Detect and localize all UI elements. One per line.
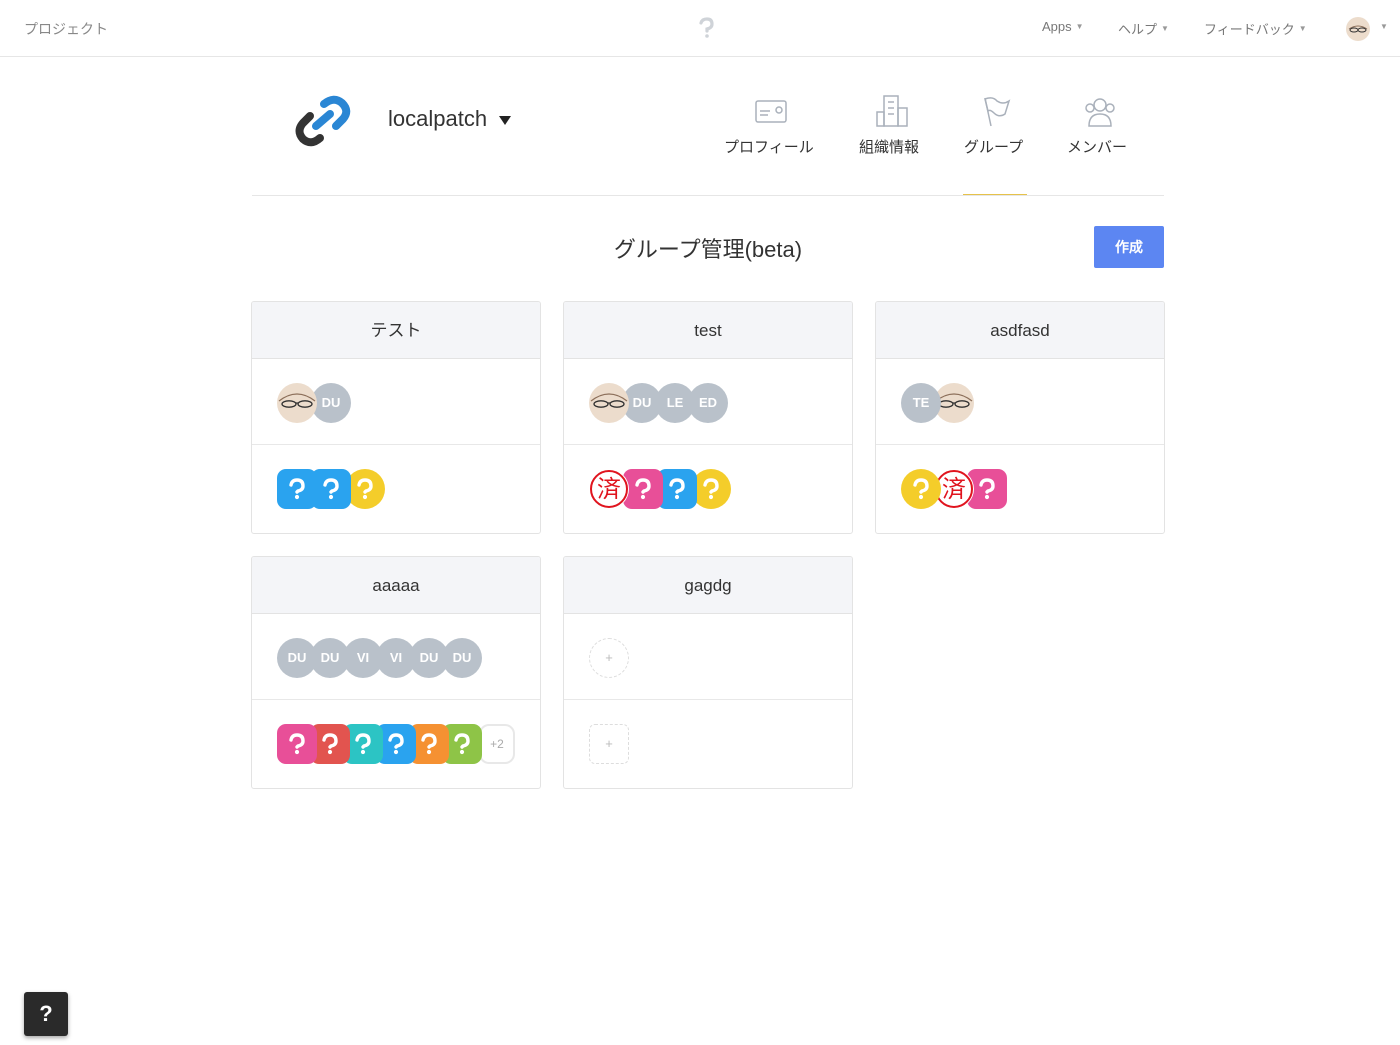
- top-bar: プロジェクト Apps ▼ ヘルプ ▼ フィードバック ▼ ▼: [0, 0, 1400, 57]
- group-projects-row[interactable]: +: [564, 700, 852, 788]
- group-card-title: aaaaa: [252, 557, 540, 614]
- tab-org-info-label: 組織情報: [859, 139, 920, 156]
- project-menu-link[interactable]: プロジェクト: [24, 19, 108, 39]
- tab-member[interactable]: メンバー: [1067, 90, 1133, 196]
- tab-group[interactable]: グループ: [963, 90, 1029, 196]
- group-projects-row[interactable]: 済: [876, 445, 1164, 533]
- flag-icon: [984, 97, 1011, 127]
- project-p-icon[interactable]: [901, 469, 941, 509]
- help-button[interactable]: ?: [24, 992, 68, 1036]
- user-avatar[interactable]: [1346, 17, 1370, 41]
- group-card-test[interactable]: test DU LE ED 済: [563, 301, 853, 534]
- app-logo-icon[interactable]: [696, 16, 718, 40]
- group-card-title: gagdg: [564, 557, 852, 614]
- group-projects-row[interactable]: +2: [252, 700, 540, 788]
- help-menu-label: ヘルプ: [1118, 22, 1158, 37]
- stamp-glyph-icon: 済: [590, 470, 628, 508]
- feedback-menu-label: フィードバック: [1204, 22, 1295, 37]
- group-card-title: test: [564, 302, 852, 359]
- group-card-title: テスト: [252, 302, 540, 359]
- group-card-tesuto[interactable]: テスト DU: [251, 301, 541, 534]
- add-project-button[interactable]: +: [589, 724, 629, 764]
- apps-menu[interactable]: Apps ▼: [1042, 19, 1084, 34]
- group-card-title: asdfasd: [876, 302, 1164, 359]
- triangle-down-icon: [499, 115, 512, 125]
- apps-menu-label: Apps: [1042, 19, 1072, 34]
- tab-member-label: メンバー: [1067, 139, 1128, 156]
- stamp-char: 済: [942, 475, 966, 503]
- sumi-stamp-icon[interactable]: 済: [589, 469, 629, 509]
- building-icon: [876, 95, 908, 127]
- project-p-icon[interactable]: [277, 724, 317, 764]
- glasses-avatar-icon: [1348, 25, 1368, 33]
- project-p-icon[interactable]: [277, 469, 317, 509]
- p-glyph-icon: [635, 478, 651, 500]
- project-p-icon[interactable]: [691, 469, 731, 509]
- group-members-row[interactable]: DU LE ED: [564, 359, 852, 445]
- p-glyph-icon: [289, 733, 305, 755]
- tab-org-info[interactable]: 組織情報: [859, 90, 925, 196]
- group-card-aaaaa[interactable]: aaaaa DU DU VI VI DU DU +2: [251, 556, 541, 789]
- org-name: localpatch: [388, 106, 488, 131]
- help-menu[interactable]: ヘルプ ▼: [1118, 19, 1169, 38]
- group-card-gagdg[interactable]: gagdg + +: [563, 556, 853, 789]
- member-avatar[interactable]: DU: [311, 383, 351, 423]
- project-p-icon[interactable]: [657, 469, 697, 509]
- page-title: グループ管理(beta): [613, 237, 803, 262]
- group-members-row[interactable]: TE: [876, 359, 1164, 445]
- group-projects-row[interactable]: 済: [564, 445, 852, 533]
- member-avatar-photo[interactable]: [277, 383, 317, 423]
- create-group-button[interactable]: 作成: [1094, 226, 1164, 268]
- group-members-row[interactable]: +: [564, 614, 852, 700]
- member-avatar[interactable]: TE: [901, 383, 941, 423]
- feedback-menu[interactable]: フィードバック ▼: [1204, 19, 1307, 38]
- project-p-icon[interactable]: [345, 469, 385, 509]
- org-logo-icon: [295, 95, 351, 147]
- member-avatar[interactable]: DU: [277, 638, 317, 678]
- people-icon: [1085, 98, 1115, 127]
- p-glyph-icon: [289, 478, 305, 500]
- p-glyph-icon: [913, 478, 929, 500]
- caret-down-icon: ▼: [1075, 22, 1084, 31]
- group-members-row[interactable]: DU: [252, 359, 540, 445]
- add-member-button[interactable]: +: [589, 638, 629, 678]
- glasses-avatar-icon: [278, 393, 316, 408]
- p-glyph-icon: [669, 478, 685, 500]
- group-card-asdfasd[interactable]: asdfasd TE 済: [875, 301, 1165, 534]
- p-glyph-icon: [323, 478, 339, 500]
- group-members-row[interactable]: DU DU VI VI DU DU: [252, 614, 540, 700]
- stamp-char: 済: [597, 475, 621, 503]
- org-switcher[interactable]: localpatch: [388, 106, 512, 132]
- p-glyph-icon: [703, 478, 719, 500]
- project-p-icon[interactable]: [311, 469, 351, 509]
- more-projects-badge[interactable]: +2: [479, 724, 515, 764]
- tab-profile[interactable]: プロフィール: [724, 90, 820, 196]
- member-avatar-photo[interactable]: [589, 383, 629, 423]
- tab-profile-label: プロフィール: [724, 139, 814, 156]
- tab-group-label: グループ: [964, 139, 1024, 156]
- p-glyph-icon: [357, 478, 373, 500]
- header-divider: [252, 195, 1164, 196]
- id-card-icon: [755, 100, 787, 123]
- caret-down-icon[interactable]: ▼: [1380, 22, 1388, 31]
- caret-down-icon: ▼: [1161, 24, 1169, 33]
- project-p-icon[interactable]: [623, 469, 663, 509]
- group-projects-row[interactable]: [252, 445, 540, 533]
- caret-down-icon: ▼: [1298, 24, 1307, 33]
- glasses-avatar-icon: [590, 393, 628, 408]
